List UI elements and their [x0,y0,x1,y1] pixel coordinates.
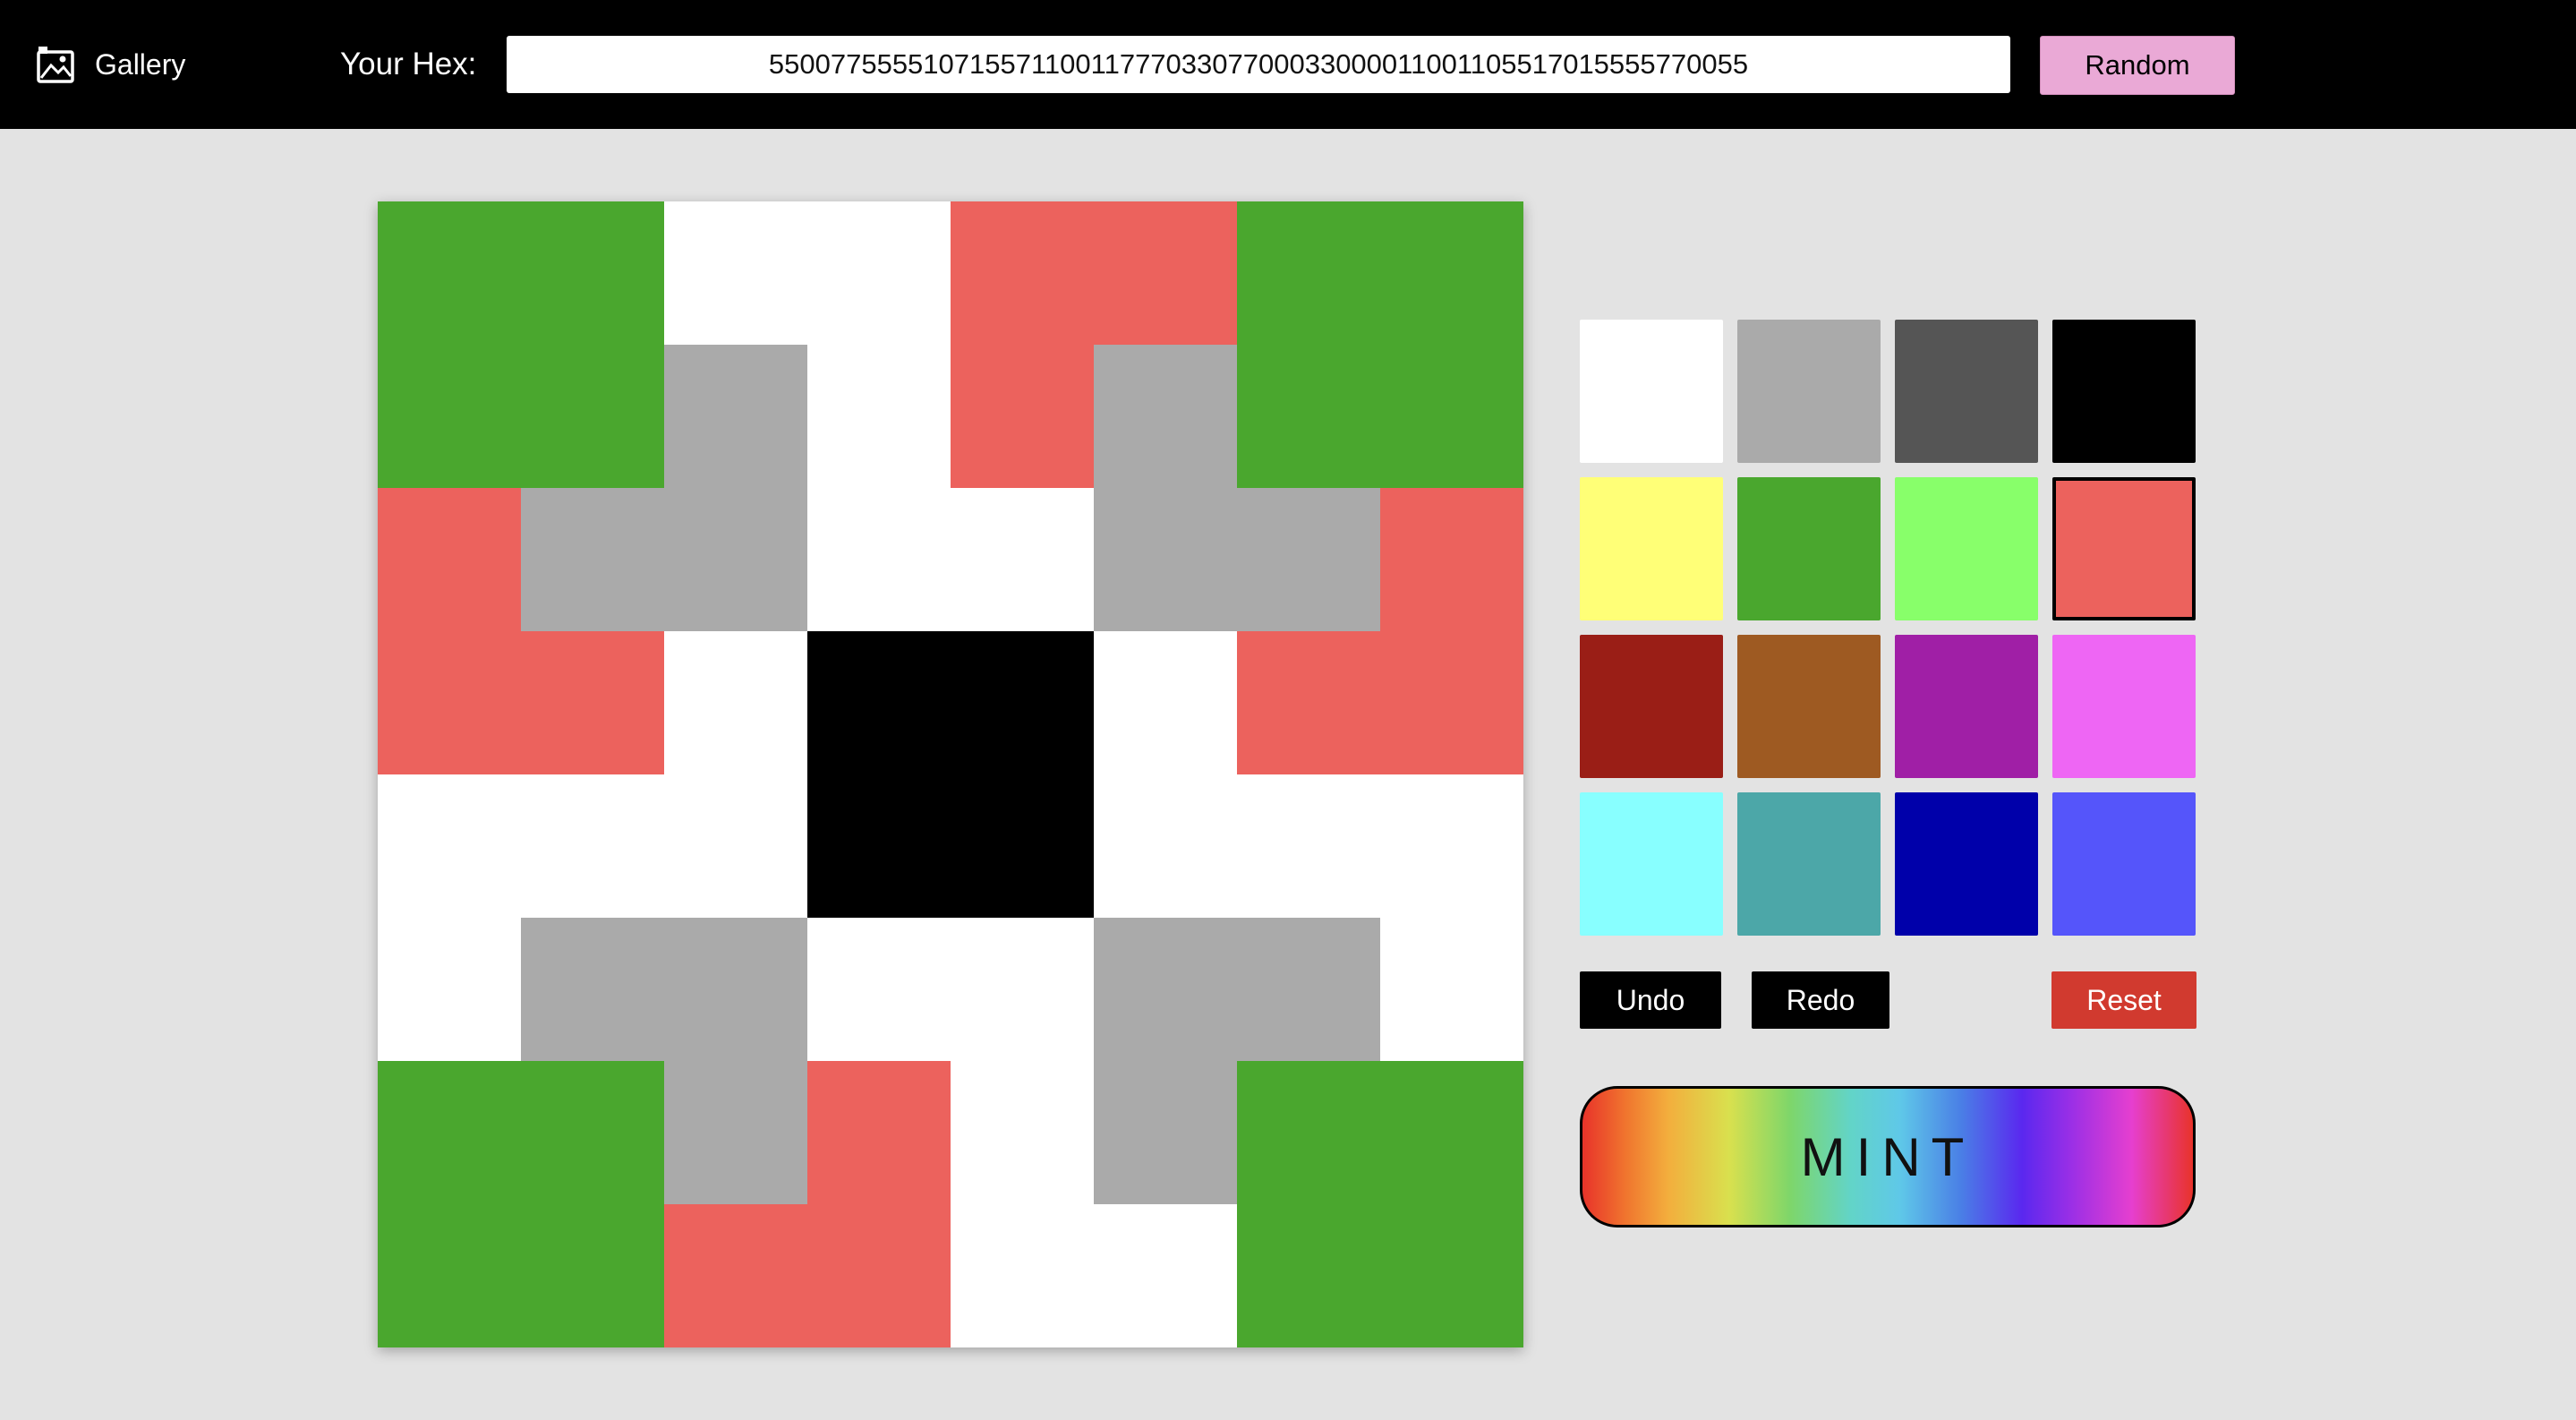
canvas-pixel[interactable] [1237,774,1380,918]
canvas-pixel[interactable] [1380,1061,1523,1204]
color-swatch[interactable] [2052,635,2196,778]
random-button[interactable]: Random [2040,36,2235,95]
color-palette [1580,320,2196,936]
canvas-pixel[interactable] [664,1204,807,1347]
canvas-pixel[interactable] [951,1061,1094,1204]
canvas-pixel[interactable] [378,1204,521,1347]
canvas-pixel[interactable] [951,201,1094,345]
hex-label: Your Hex: [340,47,477,81]
canvas-pixel[interactable] [378,774,521,918]
canvas-pixel[interactable] [521,488,664,631]
canvas-pixel[interactable] [521,1061,664,1204]
reset-button[interactable]: Reset [2051,971,2196,1029]
canvas-pixel[interactable] [521,774,664,918]
canvas-pixel[interactable] [378,631,521,774]
color-swatch[interactable] [2052,320,2196,463]
canvas-pixel[interactable] [664,631,807,774]
canvas-pixel[interactable] [1094,631,1237,774]
canvas-pixel[interactable] [521,345,664,488]
canvas-pixel[interactable] [521,918,664,1061]
canvas-pixel[interactable] [1380,774,1523,918]
color-swatch[interactable] [1580,320,1723,463]
gallery-icon [37,47,74,83]
color-swatch[interactable] [1580,477,1723,620]
canvas-pixel[interactable] [1094,918,1237,1061]
canvas-pixel[interactable] [951,345,1094,488]
canvas-pixel[interactable] [378,488,521,631]
canvas-pixel[interactable] [807,201,951,345]
canvas-pixel[interactable] [1237,488,1380,631]
canvas-pixel[interactable] [1237,918,1380,1061]
canvas-pixel[interactable] [664,201,807,345]
color-swatch[interactable] [1895,477,2038,620]
color-swatch[interactable] [1737,635,1881,778]
canvas-pixel[interactable] [664,918,807,1061]
canvas-pixel[interactable] [521,201,664,345]
canvas-pixel[interactable] [664,1061,807,1204]
color-swatch[interactable] [1737,477,1881,620]
canvas-pixel[interactable] [807,1204,951,1347]
canvas-pixel[interactable] [1237,1061,1380,1204]
mint-button[interactable]: MINT [1580,1086,2196,1228]
canvas-pixel[interactable] [521,631,664,774]
canvas-pixel[interactable] [1380,488,1523,631]
gallery-label: Gallery [95,47,186,81]
canvas-pixel[interactable] [807,488,951,631]
canvas-pixel[interactable] [1237,345,1380,488]
canvas-pixel[interactable] [1094,1204,1237,1347]
canvas-pixel[interactable] [664,774,807,918]
canvas-pixel[interactable] [807,631,951,774]
redo-button[interactable]: Redo [1752,971,1889,1029]
canvas-pixel[interactable] [1380,1204,1523,1347]
canvas-pixel[interactable] [521,1204,664,1347]
canvas-pixel[interactable] [1380,201,1523,345]
canvas-pixel[interactable] [951,631,1094,774]
canvas-pixel[interactable] [807,345,951,488]
canvas-pixel[interactable] [951,918,1094,1061]
canvas-pixel[interactable] [664,345,807,488]
top-bar: Gallery Your Hex: Random [0,0,2576,129]
undo-button[interactable]: Undo [1580,971,1721,1029]
canvas-pixel[interactable] [1094,345,1237,488]
color-swatch[interactable] [2052,477,2196,620]
canvas-pixel[interactable] [664,488,807,631]
canvas-pixel[interactable] [807,1061,951,1204]
canvas-pixel[interactable] [1094,774,1237,918]
canvas-pixel[interactable] [951,774,1094,918]
canvas-pixel[interactable] [378,345,521,488]
canvas-pixel[interactable] [1380,631,1523,774]
color-swatch[interactable] [1580,792,1723,936]
hex-input[interactable] [507,36,2010,93]
canvas-pixel[interactable] [1094,1061,1237,1204]
canvas-pixel[interactable] [378,918,521,1061]
canvas-pixel[interactable] [1094,201,1237,345]
canvas-pixel[interactable] [1094,488,1237,631]
canvas-pixel[interactable] [1237,631,1380,774]
color-swatch[interactable] [1580,635,1723,778]
color-swatch[interactable] [1737,320,1881,463]
canvas-pixel[interactable] [1380,345,1523,488]
color-swatch[interactable] [1895,635,2038,778]
canvas-pixel[interactable] [807,918,951,1061]
color-swatch[interactable] [2052,792,2196,936]
color-swatch[interactable] [1895,792,2038,936]
canvas-pixel[interactable] [1237,1204,1380,1347]
canvas-pixel[interactable] [807,774,951,918]
gallery-link[interactable]: Gallery [36,39,185,90]
canvas-pixel[interactable] [951,1204,1094,1347]
pixel-canvas [378,201,1523,1347]
canvas-pixel[interactable] [1380,918,1523,1061]
canvas-pixel[interactable] [378,1061,521,1204]
canvas-pixel[interactable] [1237,201,1380,345]
color-swatch[interactable] [1737,792,1881,936]
canvas-pixel[interactable] [378,201,521,345]
canvas-pixel[interactable] [951,488,1094,631]
color-swatch[interactable] [1895,320,2038,463]
